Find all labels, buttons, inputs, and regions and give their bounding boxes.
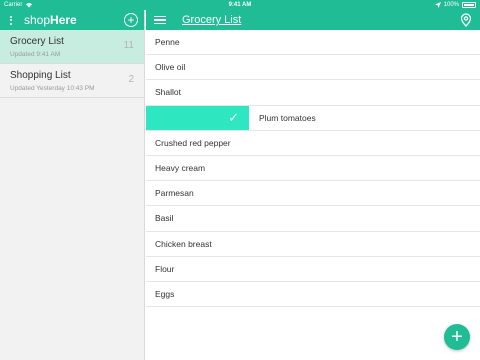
list-item[interactable]: Penne <box>146 30 480 56</box>
list-count: 11 <box>123 40 134 51</box>
list-updated: Updated Yesterday 10:43 PM <box>10 85 95 92</box>
location-arrow-icon <box>434 2 441 8</box>
battery-percent: 100% <box>443 2 459 8</box>
plus-icon: + <box>451 326 463 348</box>
brand-bold: Here <box>50 13 77 27</box>
item-label: Penne <box>155 37 180 48</box>
list-item[interactable]: Olive oil <box>146 55 480 81</box>
grocery-items: Penne Olive oil Shallot ✓ Plum tomatoes … <box>146 30 480 308</box>
sidebar-header: shopHere + <box>0 10 144 30</box>
checkmark-icon: ✓ <box>228 109 239 125</box>
list-item-swiped[interactable]: ✓ Plum tomatoes <box>146 105 480 131</box>
list-item[interactable]: Parmesan <box>146 181 480 207</box>
list-item-grocery[interactable]: Grocery List Updated 9:41 AM 11 <box>0 30 144 64</box>
status-time: 9:41 AM <box>228 2 252 8</box>
sidebar: shopHere + Grocery List Updated 9:41 AM … <box>0 10 145 360</box>
wifi-icon <box>25 2 33 8</box>
list-title[interactable]: Grocery List <box>182 14 460 26</box>
list-item[interactable]: Crushed red pepper <box>146 131 480 156</box>
item-label: Eggs <box>155 288 175 299</box>
list-item[interactable]: Shallot <box>146 80 480 106</box>
item-label: Heavy cream <box>155 163 206 174</box>
list-item-shopping[interactable]: Shopping List Updated Yesterday 10:43 PM… <box>0 64 144 98</box>
item-label: Parmesan <box>155 188 194 199</box>
battery-icon <box>462 2 476 8</box>
list-item[interactable]: Eggs <box>146 282 480 308</box>
list-item[interactable]: Flour <box>146 257 480 282</box>
menu-icon[interactable] <box>154 15 166 25</box>
status-bar: Carrier 9:41 AM 100% <box>0 0 480 10</box>
item-label: Basil <box>155 213 174 224</box>
plus-icon: + <box>127 13 135 27</box>
list-count: 2 <box>128 74 134 85</box>
add-list-button[interactable]: + <box>124 13 138 27</box>
location-pin-icon[interactable] <box>460 13 472 27</box>
status-left: Carrier <box>4 2 33 8</box>
list-name: Grocery List <box>10 36 64 47</box>
item-label: Shallot <box>155 87 181 98</box>
add-item-button[interactable]: + <box>444 324 470 350</box>
status-right: 100% <box>434 2 476 8</box>
more-options-icon[interactable] <box>6 15 16 25</box>
app-logo: shopHere <box>24 13 124 27</box>
item-label: Olive oil <box>155 62 186 73</box>
list-item[interactable]: Chicken breast <box>146 232 480 257</box>
list-updated: Updated 9:41 AM <box>10 51 61 58</box>
carrier-label: Carrier <box>4 2 23 8</box>
list-name: Shopping List <box>10 70 71 81</box>
list-item[interactable]: Heavy cream <box>146 156 480 182</box>
item-label: Crushed red pepper <box>155 137 231 148</box>
item-label: Flour <box>155 263 175 274</box>
list-item[interactable]: Basil <box>146 206 480 232</box>
item-label: Chicken breast <box>155 238 212 249</box>
check-off-button[interactable]: ✓ <box>146 105 249 130</box>
brand-light: shop <box>24 13 51 27</box>
item-label: Plum tomatoes <box>259 112 316 123</box>
main-panel: Grocery List Penne Olive oil Shallot ✓ P… <box>146 10 480 360</box>
main-header: Grocery List <box>146 10 480 30</box>
